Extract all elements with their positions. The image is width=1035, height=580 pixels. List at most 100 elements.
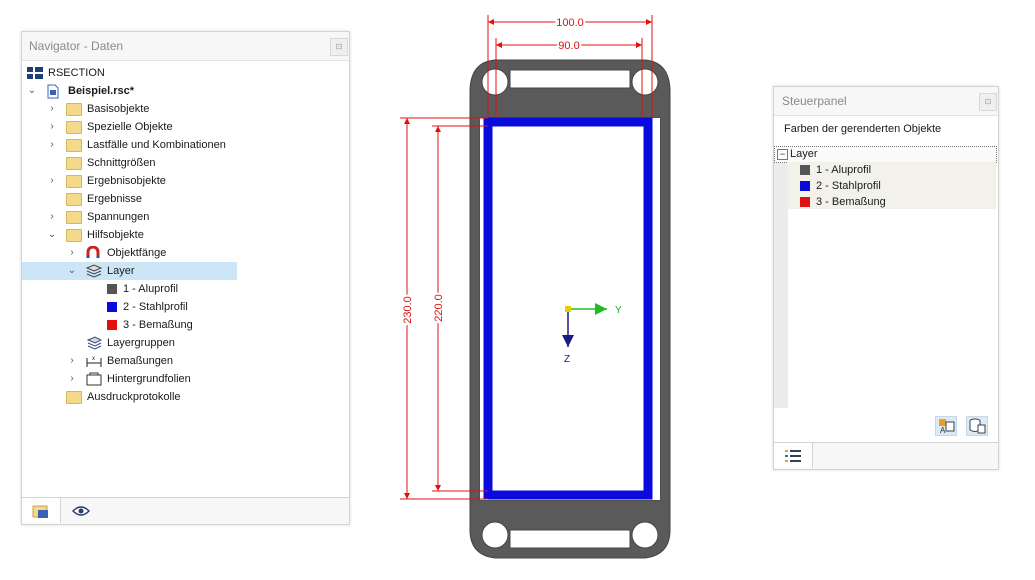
item-label: Hilfsobjekte	[87, 229, 144, 241]
chevron-right-icon[interactable]: ›	[47, 172, 57, 190]
layer-color-swatch	[107, 302, 117, 312]
axis-z-label: Z	[564, 354, 570, 365]
dimension-icon: x	[86, 354, 102, 368]
steuerpanel-tabs	[774, 442, 998, 469]
chevron-down-icon[interactable]: ⌄	[67, 262, 77, 280]
folder-icon	[66, 175, 82, 188]
layer-label: 3 - Bemaßung	[123, 319, 193, 331]
tree-item-layergruppen[interactable]: Layergruppen	[22, 334, 349, 352]
item-label: Ausdruckprotokolle	[87, 391, 181, 403]
chevron-right-icon[interactable]: ›	[67, 352, 77, 370]
tree-item-objektfaenge[interactable]: › Objektfänge	[22, 244, 349, 262]
layer-group-icon	[86, 336, 103, 350]
navigator-tree: RSECTION ⌄ Beispiel.rsc* › Basisobjekte …	[22, 61, 349, 406]
folder-icon	[66, 121, 82, 134]
item-label: Lastfälle und Kombinationen	[87, 139, 226, 151]
chevron-down-icon[interactable]: ⌄	[47, 226, 57, 244]
dim-label-90: 90.0	[558, 40, 579, 52]
layer-color-swatch[interactable]	[800, 165, 810, 175]
chevron-right-icon[interactable]: ›	[67, 370, 77, 388]
layer-color-swatch	[107, 320, 117, 330]
tree-item-spezielle-objekte[interactable]: › Spezielle Objekte	[22, 118, 349, 136]
tree-item-hilfsobjekte[interactable]: ⌄ Hilfsobjekte	[22, 226, 349, 244]
svg-text:A: A	[940, 426, 946, 435]
steuerpanel: Steuerpanel ⊡ Farben der gerenderten Obj…	[773, 86, 999, 470]
dim-label-220: 220.0	[433, 294, 445, 322]
steuerpanel-gutter	[774, 146, 788, 408]
tree-item-lastfaelle[interactable]: › Lastfälle und Kombinationen	[22, 136, 349, 154]
item-label: Spezielle Objekte	[87, 121, 173, 133]
layer-color-swatch[interactable]	[800, 181, 810, 191]
rsection-flag-icon	[27, 67, 43, 81]
database-icon	[969, 418, 986, 434]
layer-group-label: Layer	[790, 148, 818, 160]
folder-icon	[66, 391, 82, 404]
layer-label: 2 - Stahlprofil	[816, 180, 881, 192]
tree-file[interactable]: ⌄ Beispiel.rsc*	[22, 82, 349, 100]
item-label: Layergruppen	[107, 337, 175, 349]
item-label: Objektfänge	[107, 247, 167, 259]
layer-stack-icon	[85, 264, 103, 278]
steuerpanel-heading: Farben der gerenderten Objekte	[784, 123, 942, 135]
folder-icon	[66, 157, 82, 170]
tree-item-schnittgroessen[interactable]: Schnittgrößen	[22, 154, 349, 172]
axis-y-label: Y	[615, 305, 622, 316]
item-label: Schnittgrößen	[87, 157, 156, 169]
tree-layer-3[interactable]: 3 - Bemaßung	[22, 316, 349, 334]
layer-color-swatch	[107, 284, 117, 294]
navigator-title: Navigator - Daten	[22, 32, 349, 61]
item-label: Layer	[107, 265, 135, 277]
tree-item-basisobjekte[interactable]: › Basisobjekte	[22, 100, 349, 118]
chevron-right-icon[interactable]: ›	[67, 244, 77, 262]
chevron-down-icon[interactable]: ⌄	[27, 82, 37, 100]
root-label: RSECTION	[48, 67, 105, 79]
dim-label-230: 230.0	[402, 296, 414, 324]
magnet-icon	[86, 245, 102, 260]
tab-view[interactable]	[62, 498, 100, 523]
pin-icon[interactable]: ⊡	[330, 38, 348, 56]
tree-item-spannungen[interactable]: › Spannungen	[22, 208, 349, 226]
tree-item-bemassungen[interactable]: › x Bemaßungen	[22, 352, 349, 370]
chevron-right-icon[interactable]: ›	[47, 208, 57, 226]
tree-layer-1[interactable]: 1 - Aluprofil	[22, 280, 349, 298]
tree-item-ausdruckprotokolle[interactable]: Ausdruckprotokolle	[22, 388, 349, 406]
pin-icon[interactable]: ⊡	[979, 93, 997, 111]
folder-icon	[66, 193, 82, 206]
dim-label-100: 100.0	[556, 17, 584, 29]
navigator-panel: Navigator - Daten ⊡ RSECTION ⌄ Beispiel.…	[21, 31, 350, 525]
layer-group-header[interactable]: − Layer	[774, 146, 997, 163]
background-layer-icon	[86, 372, 102, 386]
item-label: Ergebnisse	[87, 193, 143, 205]
item-label: Bemaßungen	[107, 355, 174, 367]
chevron-right-icon[interactable]: ›	[47, 100, 57, 118]
color-palette-icon: A	[939, 419, 955, 435]
collapse-icon[interactable]: −	[777, 149, 788, 160]
color-by-layer-button[interactable]: A	[935, 416, 957, 436]
tree-layer-2[interactable]: 2 - Stahlprofil	[22, 298, 349, 316]
steuerpanel-title: Steuerpanel	[774, 87, 998, 116]
chevron-right-icon[interactable]: ›	[47, 118, 57, 136]
tree-root[interactable]: RSECTION	[22, 64, 349, 82]
tree-item-ergebnisse[interactable]: Ergebnisse	[22, 190, 349, 208]
file-icon	[46, 84, 62, 99]
list-icon	[785, 450, 801, 462]
tree-item-ergebnisobjekte[interactable]: › Ergebnisobjekte	[22, 172, 349, 190]
tree-item-hintergrundfolien[interactable]: › Hintergrundfolien	[22, 370, 349, 388]
tab-data[interactable]	[22, 498, 61, 523]
layer-color-list: 1 - Aluprofil 2 - Stahlprofil 3 - Bemaßu…	[788, 162, 996, 209]
layer-label: 1 - Aluprofil	[123, 283, 179, 295]
folder-icon	[66, 139, 82, 152]
layer-label: 1 - Aluprofil	[816, 164, 872, 176]
chevron-right-icon[interactable]: ›	[47, 136, 57, 154]
color-settings-button[interactable]	[966, 416, 988, 436]
folder-open-icon	[66, 229, 82, 242]
tree-item-layer[interactable]: ⌄ Layer	[22, 262, 237, 280]
layer-label: 2 - Stahlprofil	[123, 301, 188, 313]
item-label: Ergebnisobjekte	[87, 175, 166, 187]
item-label: Basisobjekte	[87, 103, 150, 115]
item-label: Spannungen	[87, 211, 150, 223]
svg-text:x: x	[92, 356, 95, 362]
tab-colors[interactable]	[774, 443, 813, 468]
layer-color-swatch[interactable]	[800, 197, 810, 207]
cross-section-drawing[interactable]: 100.0 90.0 230.0 220.0 Y Z	[360, 0, 770, 580]
